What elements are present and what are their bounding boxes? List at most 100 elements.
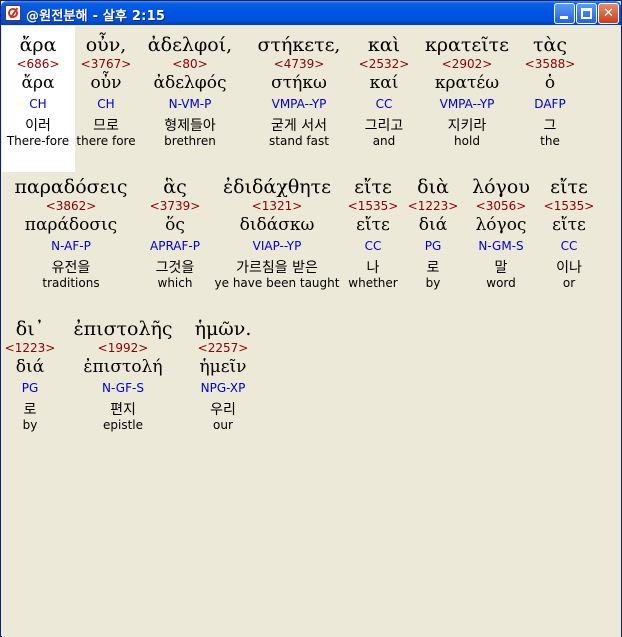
strong-number[interactable]: <3056> — [464, 199, 538, 213]
maximize-button[interactable] — [576, 3, 597, 24]
strong-number[interactable]: <1535> — [538, 199, 600, 213]
korean-gloss: 이러 — [25, 118, 51, 134]
strong-number[interactable]: <3588> — [522, 57, 578, 71]
korean-gloss: 그것을 — [155, 260, 195, 276]
korean-gloss: 로 — [23, 402, 37, 418]
morphology-code[interactable]: DAFP — [522, 97, 578, 111]
lemma: ὅς — [165, 215, 185, 235]
word-column[interactable]: δι᾽ <1223> διά PG 로 by — [2, 310, 58, 456]
minimize-button[interactable] — [554, 3, 575, 24]
word-column[interactable]: παραδόσεις <3862> παράδοσις N-AF-P 유전을 t… — [2, 168, 140, 314]
word-column[interactable]: ἀδελφοί, <80> ἀδελφός N-VM-P 형제들아 brethr… — [138, 26, 242, 172]
interlinear-view: ἄρα <686> ἄρα CH 이러 There-fore οὖν, <376… — [2, 26, 621, 637]
morphology-code[interactable]: CC — [344, 239, 402, 253]
strong-number[interactable]: <2257> — [188, 341, 258, 355]
strong-number[interactable]: <1223> — [402, 199, 464, 213]
english-gloss: brethren — [164, 134, 216, 148]
greek-word[interactable]: δι᾽ — [2, 318, 58, 340]
korean-gloss: 편지 — [110, 402, 136, 418]
greek-word[interactable]: διὰ — [402, 176, 464, 198]
greek-word[interactable]: στήκετε, — [242, 34, 356, 56]
strong-number[interactable]: <3767> — [74, 57, 138, 71]
greek-word[interactable]: οὖν, — [74, 34, 138, 56]
morphology-code[interactable]: CC — [356, 97, 412, 111]
lemma: καί — [369, 73, 399, 93]
greek-word[interactable]: ἐπιστολῆς — [58, 318, 188, 340]
word-column[interactable]: ἐδιδάχθητε <1321> διδάσκω VIAP--YP 가르침을 … — [210, 168, 344, 314]
english-gloss: which — [157, 276, 193, 290]
lemma: λόγος — [475, 215, 527, 235]
lemma: διά — [418, 215, 448, 235]
english-gloss: our — [213, 418, 233, 432]
lemma: ἄρα — [21, 73, 55, 93]
greek-word[interactable]: εἴτε — [344, 176, 402, 198]
morphology-code[interactable]: CH — [74, 97, 138, 111]
word-column[interactable]: οὖν, <3767> οὖν CH 므로 there fore — [74, 26, 138, 172]
morphology-code[interactable]: CH — [2, 97, 74, 111]
morphology-code[interactable]: N-AF-P — [2, 239, 140, 253]
morphology-code[interactable]: VMPA--YP — [412, 97, 522, 111]
morphology-code[interactable]: PG — [402, 239, 464, 253]
strong-number[interactable]: <1992> — [58, 341, 188, 355]
greek-word[interactable]: καὶ — [356, 34, 412, 56]
strong-number[interactable]: <1321> — [210, 199, 344, 213]
close-icon: ✕ — [603, 6, 614, 21]
word-column[interactable]: στήκετε, <4739> στήκω VMPA--YP 굳게 서서 sta… — [242, 26, 356, 172]
english-gloss: the — [540, 134, 560, 148]
word-column[interactable]: ἐπιστολῆς <1992> ἐπιστολή N-GF-S 편지 epis… — [58, 310, 188, 456]
strong-number[interactable]: <3739> — [140, 199, 210, 213]
strong-number[interactable]: <686> — [2, 57, 74, 71]
english-gloss: whether — [348, 276, 398, 290]
strong-number[interactable]: <3862> — [2, 199, 140, 213]
morphology-code[interactable]: VMPA--YP — [242, 97, 356, 111]
greek-word[interactable]: ἄρα — [2, 34, 74, 56]
english-gloss: by — [425, 276, 441, 290]
morphology-code[interactable]: N-GM-S — [464, 239, 538, 253]
morphology-code[interactable]: CC — [538, 239, 600, 253]
morphology-code[interactable]: NPG-XP — [188, 381, 258, 395]
app-icon[interactable] — [5, 5, 21, 21]
word-column[interactable]: ἡμῶν. <2257> ἡμεῖν NPG-XP 우리 our — [188, 310, 258, 456]
lemma: διά — [15, 357, 45, 377]
morphology-code[interactable]: N-VM-P — [138, 97, 242, 111]
greek-word[interactable]: λόγου — [464, 176, 538, 198]
korean-gloss: 로 — [426, 260, 440, 276]
morphology-code[interactable]: APRAF-P — [140, 239, 210, 253]
word-column[interactable]: εἴτε <1535> εἴτε CC 나 whether — [344, 168, 402, 314]
greek-word[interactable]: ἃς — [140, 176, 210, 198]
strong-number[interactable]: <4739> — [242, 57, 356, 71]
lemma: εἴτε — [552, 215, 586, 235]
title-bar[interactable]: @원전분해 - 살후 2:15 ✕ — [1, 1, 621, 25]
strong-number[interactable]: <2532> — [356, 57, 412, 71]
word-column[interactable]: κρατεῖτε <2902> κρατέω VMPA--YP 지키라 hold — [412, 26, 522, 172]
morphology-code[interactable]: PG — [2, 381, 58, 395]
strong-number[interactable]: <80> — [138, 57, 242, 71]
strong-number[interactable]: <1535> — [344, 199, 402, 213]
lemma: παράδοσις — [24, 215, 118, 235]
word-column[interactable]: διὰ <1223> διά PG 로 by — [402, 168, 464, 314]
strong-number[interactable]: <1223> — [2, 341, 58, 355]
korean-gloss: 가르침을 받은 — [236, 260, 318, 276]
korean-gloss: 그 — [543, 118, 557, 134]
greek-word[interactable]: παραδόσεις — [2, 176, 140, 198]
lemma: στήκω — [271, 73, 327, 93]
word-column[interactable]: ἃς <3739> ὅς APRAF-P 그것을 which — [140, 168, 210, 314]
greek-word[interactable]: ἐδιδάχθητε — [210, 176, 344, 198]
greek-word[interactable]: εἴτε — [538, 176, 600, 198]
morphology-code[interactable]: N-GF-S — [58, 381, 188, 395]
word-column[interactable]: καὶ <2532> καί CC 그리고 and — [356, 26, 412, 172]
greek-word[interactable]: ἡμῶν. — [188, 318, 258, 340]
word-column[interactable]: λόγου <3056> λόγος N-GM-S 말 word — [464, 168, 538, 314]
close-button[interactable]: ✕ — [598, 3, 619, 24]
korean-gloss: 굳게 서서 — [271, 118, 327, 134]
greek-word[interactable]: τὰς — [522, 34, 578, 56]
greek-word[interactable]: κρατεῖτε — [412, 34, 522, 56]
word-column[interactable]: ἄρα <686> ἄρα CH 이러 There-fore — [2, 26, 74, 172]
lemma: ἡμεῖν — [199, 357, 247, 377]
lemma: ἀδελφός — [153, 73, 227, 93]
word-column[interactable]: εἴτε <1535> εἴτε CC 이나 or — [538, 168, 600, 314]
morphology-code[interactable]: VIAP--YP — [210, 239, 344, 253]
greek-word[interactable]: ἀδελφοί, — [138, 34, 242, 56]
strong-number[interactable]: <2902> — [412, 57, 522, 71]
word-column[interactable]: τὰς <3588> ὁ DAFP 그 the — [522, 26, 578, 172]
